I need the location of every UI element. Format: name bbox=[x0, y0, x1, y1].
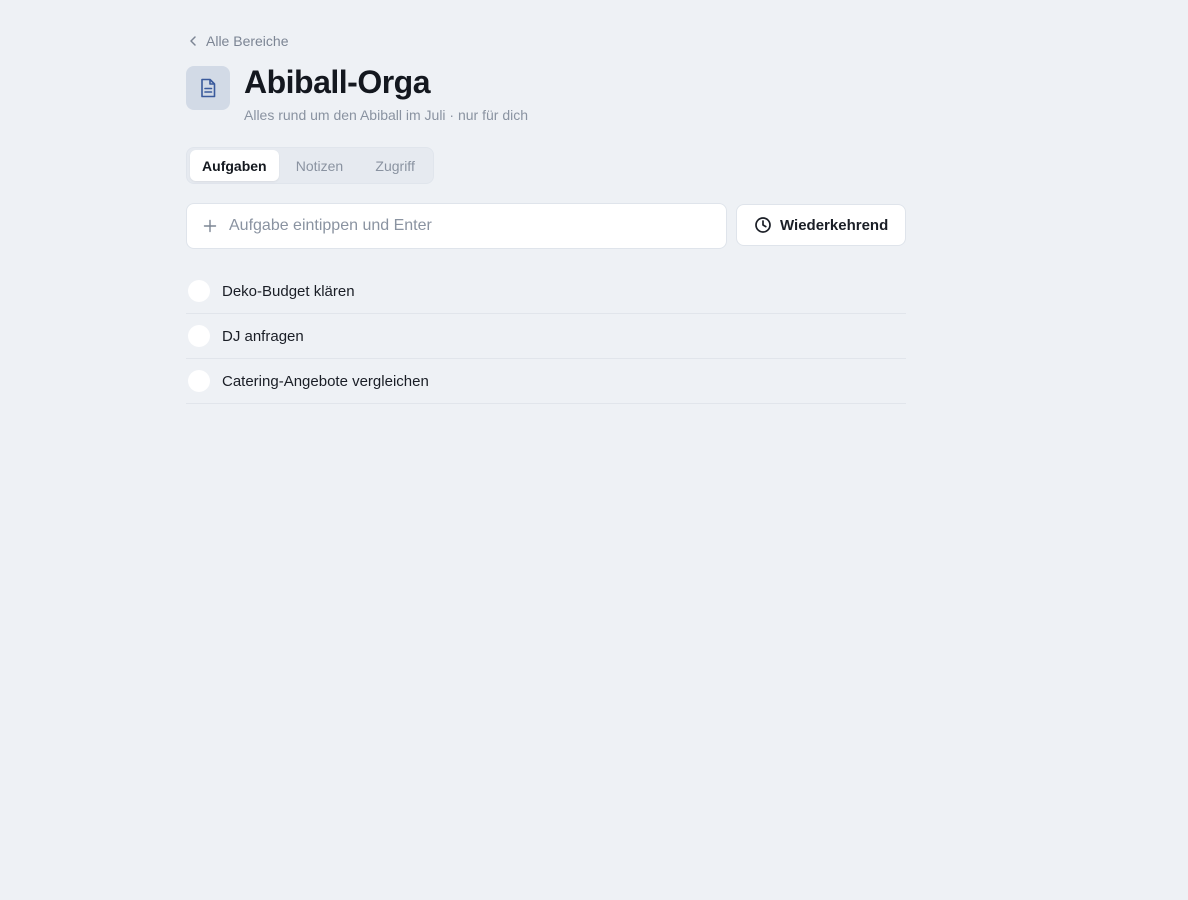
tab-bar: Aufgaben Notizen Zugriff bbox=[186, 147, 434, 184]
plus-icon bbox=[203, 219, 217, 233]
task-input-row: Wiederkehrend bbox=[186, 203, 906, 249]
task-list: Deko-Budget klären DJ anfragen Catering-… bbox=[186, 269, 906, 404]
page-title: Abiball-Orga bbox=[244, 64, 431, 100]
clock-icon bbox=[755, 217, 771, 233]
task-item: Deko-Budget klären bbox=[186, 269, 906, 314]
tab-aufgaben[interactable]: Aufgaben bbox=[190, 150, 279, 181]
task-label[interactable]: Catering-Angebote vergleichen bbox=[222, 373, 429, 390]
task-checkbox[interactable] bbox=[188, 280, 210, 302]
back-link-label: Alle Bereiche bbox=[206, 33, 289, 49]
header-text: Abiball-Orga Alles rund um den Abiball i… bbox=[244, 65, 528, 124]
task-item: DJ anfragen bbox=[186, 314, 906, 359]
task-input[interactable] bbox=[229, 217, 699, 235]
task-checkbox[interactable] bbox=[188, 370, 210, 392]
tab-zugriff[interactable]: Zugriff bbox=[360, 150, 430, 181]
task-label[interactable]: Deko-Budget klären bbox=[222, 283, 355, 300]
tab-notizen[interactable]: Notizen bbox=[279, 150, 361, 181]
page-header: Abiball-Orga Alles rund um den Abiball i… bbox=[186, 65, 528, 124]
chevron-left-icon bbox=[190, 36, 196, 46]
task-label[interactable]: DJ anfragen bbox=[222, 328, 304, 345]
task-input-box[interactable] bbox=[186, 203, 728, 249]
task-item: Catering-Angebote vergleichen bbox=[186, 359, 906, 404]
page-subtitle: Alles rund um den Abiball im Juli · nur … bbox=[244, 107, 529, 123]
document-icon bbox=[186, 66, 230, 110]
task-checkbox[interactable] bbox=[188, 325, 210, 347]
recurring-button-label: Wiederkehrend bbox=[780, 216, 889, 234]
recurring-button[interactable]: Wiederkehrend bbox=[736, 204, 906, 246]
back-link[interactable]: Alle Bereiche bbox=[186, 32, 289, 50]
